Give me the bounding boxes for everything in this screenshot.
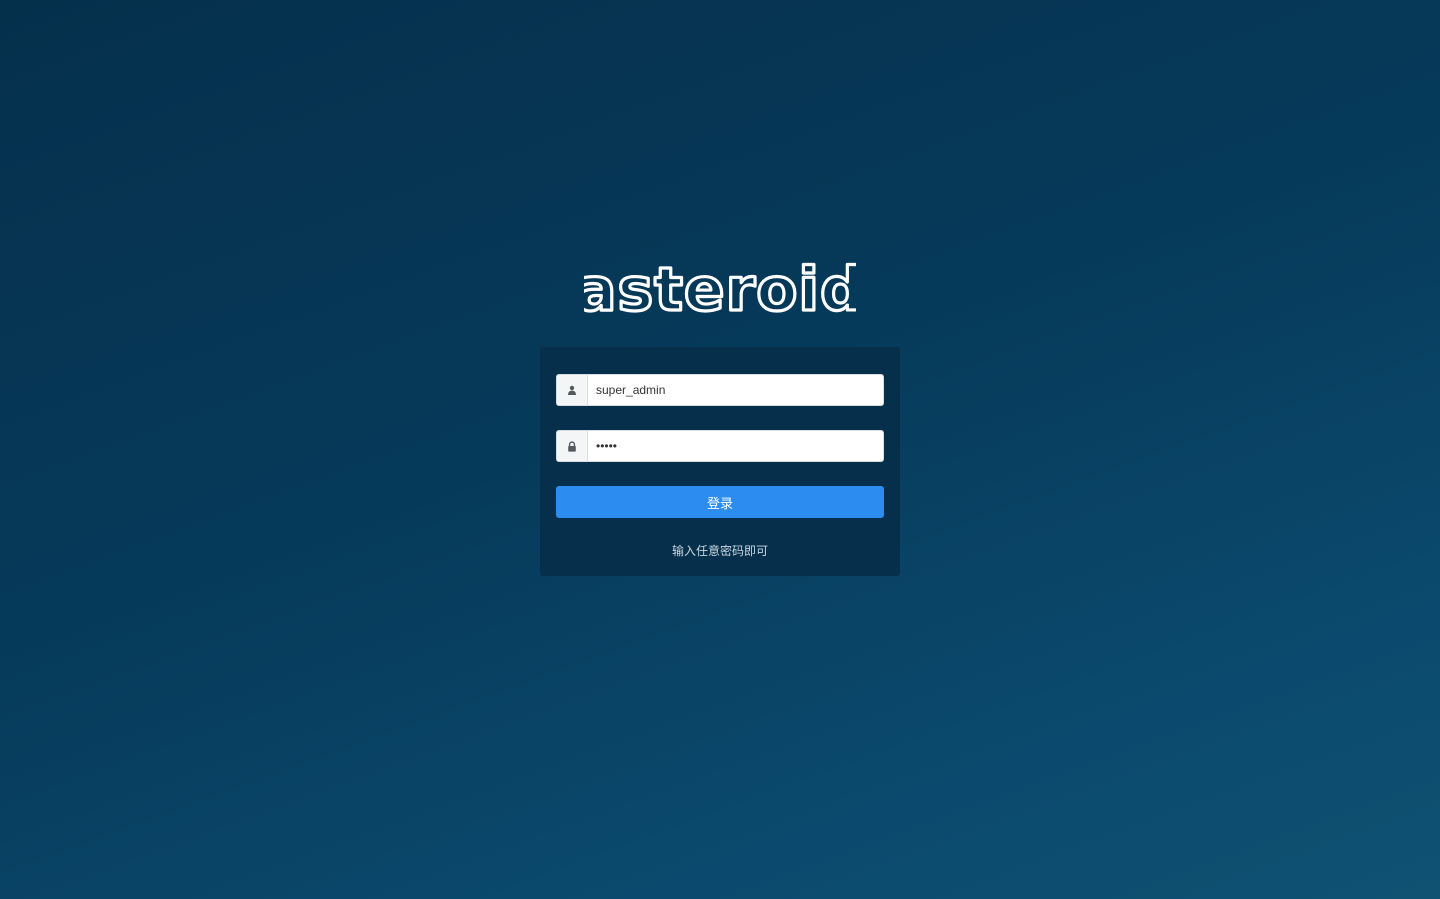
lock-icon (557, 431, 588, 461)
logo-text: asteroid (584, 258, 856, 320)
login-button[interactable]: 登录 (556, 486, 884, 518)
password-input[interactable] (588, 431, 883, 461)
password-hint: 输入任意密码即可 (671, 544, 768, 558)
username-field (556, 374, 884, 406)
username-input[interactable] (588, 375, 883, 405)
asteroid-logo: asteroid (584, 258, 856, 320)
user-icon (557, 375, 588, 405)
password-field (556, 430, 884, 462)
login-card: 登录 输入任意密码即可 (540, 347, 900, 576)
